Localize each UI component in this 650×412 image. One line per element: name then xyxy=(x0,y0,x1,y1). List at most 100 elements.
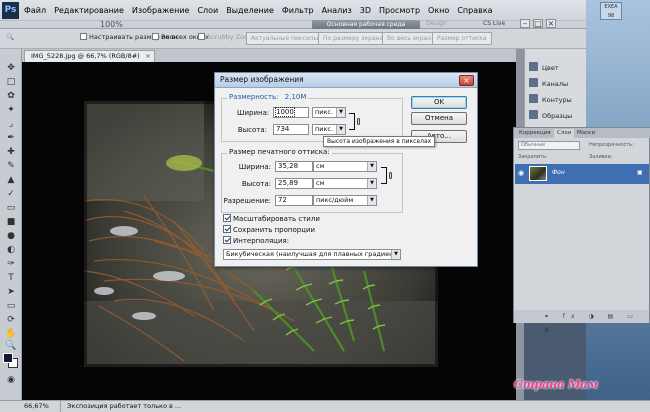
workspace-switcher[interactable]: Основная рабочая среда xyxy=(312,20,420,29)
menu-3d[interactable]: 3D xyxy=(356,2,375,20)
quick-mask-icon[interactable]: ◉ xyxy=(4,375,18,386)
resample-method: Бикубическая (наилучшая для плавных град… xyxy=(226,250,401,258)
chevron-down-icon: ▼ xyxy=(367,179,376,188)
pen-tool-icon[interactable]: ✑ xyxy=(4,259,18,270)
minimize-icon[interactable]: – xyxy=(520,19,530,28)
blend-mode-select[interactable]: Обычные xyxy=(518,141,580,150)
eyedropper-tool-icon[interactable]: ✒ xyxy=(4,133,18,144)
document-tab[interactable]: IMG_5228.jpg @ 66,7% (RGB/8#) × xyxy=(24,50,155,62)
history-brush-tool-icon[interactable]: ✓ xyxy=(4,189,18,200)
foreground-color-swatch[interactable] xyxy=(3,353,13,363)
zoom-tool-icon[interactable]: 🔍 xyxy=(6,33,14,41)
tab-layers[interactable]: Слои xyxy=(554,129,575,138)
scrubby-zoom-checkbox[interactable] xyxy=(198,33,205,40)
move-tool-icon[interactable]: ✥ xyxy=(4,63,18,74)
menu-analysis[interactable]: Анализ xyxy=(318,2,356,20)
gradient-tool-icon[interactable]: ■ xyxy=(4,217,18,228)
fill-screen-button[interactable]: Во весь экран xyxy=(382,32,436,45)
all-windows-checkbox[interactable] xyxy=(152,33,159,40)
menu-window[interactable]: Окно xyxy=(424,2,453,20)
scale-styles-checkbox[interactable] xyxy=(223,214,231,222)
desktop-sign: EXEA 98 xyxy=(600,2,622,20)
width-input[interactable]: 1000 xyxy=(273,107,309,118)
design-workspace[interactable]: Design xyxy=(426,20,447,27)
height-unit-select[interactable]: пикс. ▼ xyxy=(312,124,346,135)
print-height-unit-select[interactable]: см ▼ xyxy=(313,178,377,189)
visibility-eye-icon[interactable]: ◉ xyxy=(518,169,524,177)
print-height-unit: см xyxy=(316,179,325,187)
fit-screen-button[interactable]: По размеру экрана xyxy=(318,32,389,45)
menu-layers[interactable]: Слои xyxy=(193,2,222,20)
menu-edit[interactable]: Редактирование xyxy=(50,2,128,20)
resize-windows-checkbox[interactable] xyxy=(80,33,87,40)
marquee-tool-icon[interactable]: □ xyxy=(4,77,18,88)
resolution-input[interactable]: 72 xyxy=(275,195,313,206)
height-tooltip: Высота изображения в пикселах xyxy=(323,136,436,147)
quick-select-tool-icon[interactable]: ✦ xyxy=(4,105,18,116)
type-tool-icon[interactable]: T xyxy=(4,273,18,284)
menu-filter[interactable]: Фильтр xyxy=(278,2,318,20)
pixel-dimensions-legend: Размерность: 2,10M xyxy=(227,93,309,101)
color-panel-icon xyxy=(529,62,538,71)
3d-rotate-tool-icon[interactable]: ⟳ xyxy=(4,315,18,326)
status-zoom[interactable]: 66,67% xyxy=(24,401,49,412)
scale-styles-option[interactable]: Масштабировать стили xyxy=(223,214,320,223)
print-width-unit-select[interactable]: см ▼ xyxy=(313,161,377,172)
print-width-label: Ширина: xyxy=(238,163,271,171)
print-width-input[interactable]: 35,28 xyxy=(275,161,313,172)
resample-label: Интерполяция: xyxy=(233,237,290,245)
dock-paths[interactable]: Контуры xyxy=(529,93,585,107)
resolution-unit: пикс/дюйм xyxy=(316,196,354,204)
status-bar: 66,67% Экспозиция работает только в ... xyxy=(0,400,650,412)
layer-row[interactable]: ◉ Фон ▣ xyxy=(515,164,649,184)
hand-tool-icon[interactable]: ✋ xyxy=(4,329,18,340)
tab-adjustments[interactable]: Коррекция xyxy=(516,129,554,138)
crop-tool-icon[interactable]: ⌟ xyxy=(4,119,18,130)
constrain-checkbox[interactable] xyxy=(223,225,231,233)
maximize-icon[interactable]: □ xyxy=(533,19,543,28)
clone-stamp-tool-icon[interactable]: ▲ xyxy=(4,175,18,186)
fill-label: Заливка: xyxy=(589,154,613,160)
tab-masks[interactable]: Маски xyxy=(574,129,598,138)
path-select-tool-icon[interactable]: ➤ xyxy=(4,287,18,298)
dock-color[interactable]: Цвет xyxy=(529,61,585,75)
close-tab-icon[interactable]: × xyxy=(145,51,150,62)
actual-pixels-button[interactable]: Актуальные пикселы xyxy=(246,32,324,45)
eraser-tool-icon[interactable]: ▭ xyxy=(4,203,18,214)
print-size-legend: Размер печатного оттиска: xyxy=(227,148,332,156)
menu-file[interactable]: Файл xyxy=(20,2,50,20)
brush-tool-icon[interactable]: ✎ xyxy=(4,161,18,172)
cancel-button[interactable]: Отмена xyxy=(411,112,467,125)
ok-button[interactable]: OK xyxy=(411,96,467,109)
healing-brush-tool-icon[interactable]: ✚ xyxy=(4,147,18,158)
dock-swatches[interactable]: Образцы xyxy=(529,109,585,123)
blur-tool-icon[interactable]: ● xyxy=(4,231,18,242)
menu-image[interactable]: Изображение xyxy=(128,2,194,20)
print-height-input[interactable]: 25,89 xyxy=(275,178,313,189)
status-info[interactable]: Экспозиция работает только в ... xyxy=(60,401,181,412)
menu-help[interactable]: Справка xyxy=(453,2,496,20)
print-size-button[interactable]: Размер оттиска xyxy=(432,32,492,45)
width-unit-select[interactable]: пикс. ▼ xyxy=(312,107,346,118)
menu-select[interactable]: Выделение xyxy=(222,2,278,20)
menu-bar: Ps Файл Редактирование Изображение Слои … xyxy=(0,0,650,29)
zoom-tool-icon[interactable]: 🔍 xyxy=(4,341,18,352)
height-input[interactable]: 734 xyxy=(273,124,309,135)
menu-view[interactable]: Просмотр xyxy=(375,2,424,20)
dock-channels[interactable]: Каналы xyxy=(529,77,585,91)
resample-method-select[interactable]: Бикубическая (наилучшая для плавных град… xyxy=(223,249,401,260)
cs-live-button[interactable]: CS Live xyxy=(483,20,505,27)
print-width-unit: см xyxy=(316,162,325,170)
lasso-tool-icon[interactable]: ✿ xyxy=(4,91,18,102)
resample-option[interactable]: Интерполяция: xyxy=(223,236,289,245)
close-icon[interactable]: × xyxy=(546,19,556,28)
zoom-level[interactable]: 100% xyxy=(100,20,123,29)
constrain-option[interactable]: Сохранить пропорции xyxy=(223,225,315,234)
shape-tool-icon[interactable]: ▭ xyxy=(4,301,18,312)
dodge-tool-icon[interactable]: ◐ xyxy=(4,245,18,256)
resample-checkbox[interactable] xyxy=(223,236,231,244)
dimensions-value: 2,10M xyxy=(284,93,307,101)
layers-footer-icons[interactable]: ⚭ fx ◑ ▤ ▭ ▣ xyxy=(514,310,649,333)
dialog-close-icon[interactable]: × xyxy=(459,75,474,86)
resolution-unit-select[interactable]: пикс/дюйм ▼ xyxy=(313,195,377,206)
